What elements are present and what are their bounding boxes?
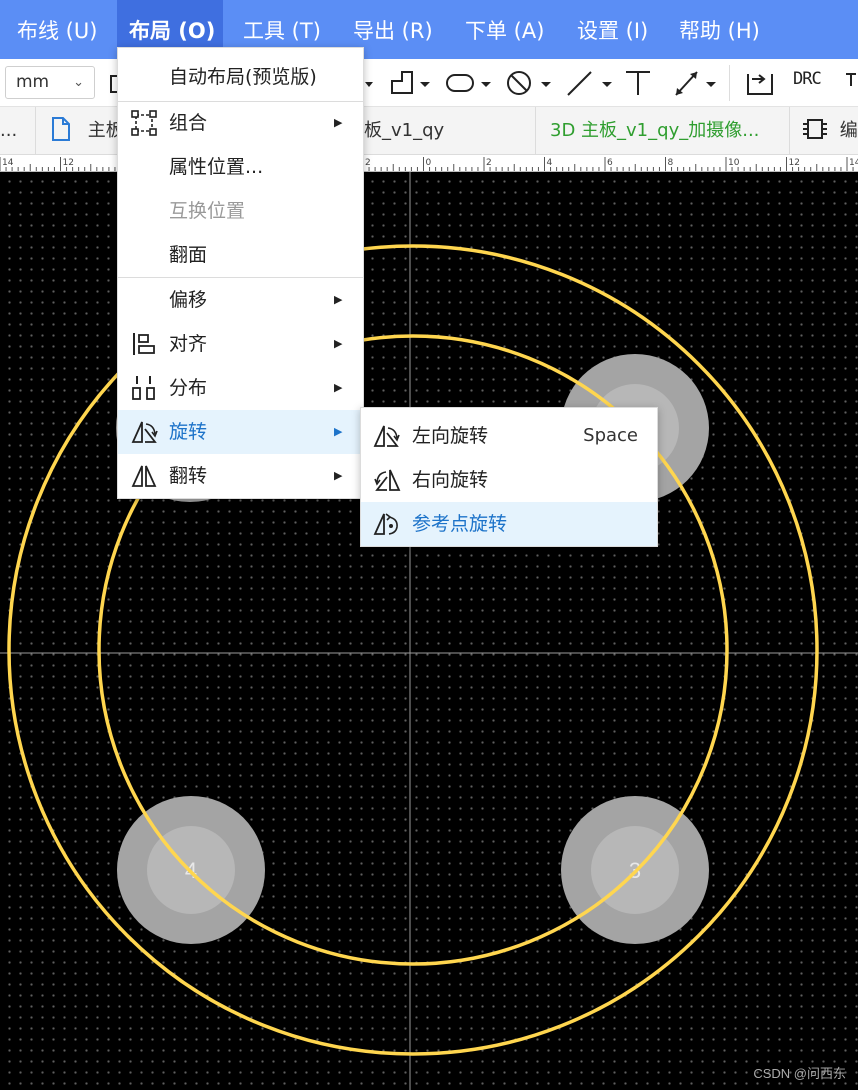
menu-routing[interactable]: 布线 (U) — [17, 0, 97, 59]
distribute-icon — [132, 376, 155, 400]
toolbar-divider — [729, 65, 730, 101]
menu-export[interactable]: 导出 (R) — [353, 0, 433, 59]
import-changes-icon[interactable] — [744, 66, 776, 100]
rotate-right-icon — [374, 469, 401, 491]
menu-item-flip[interactable]: 翻转 ▶ — [118, 454, 363, 498]
menu-order[interactable]: 下单 (A) — [465, 0, 544, 59]
chevron-down-icon: ⌄ — [73, 75, 84, 90]
menu-item-offset[interactable]: 偏移 ▶ — [118, 278, 363, 322]
tool-dropdown-arrow-icon[interactable] — [364, 66, 374, 100]
ruler-label: 14 — [849, 158, 858, 168]
align-icon — [133, 333, 155, 355]
ruler-label: 4 — [547, 158, 553, 168]
flip-icon — [131, 465, 157, 487]
unit-select-value: mm — [16, 72, 50, 92]
menu-item-distribute[interactable]: 分布 ▶ — [118, 366, 363, 410]
menu-item-property-position[interactable]: 属性位置... — [118, 145, 363, 189]
submenu-arrow-icon: ▶ — [334, 116, 343, 129]
ruler-label: 6 — [607, 158, 613, 168]
tab-mainboard[interactable]: 主板 — [36, 107, 118, 155]
menu-item-auto-layout[interactable]: 自动布局(预览版) — [118, 55, 363, 99]
menu-help[interactable]: 帮助 (H) — [679, 0, 760, 59]
ruler-label: 12 — [789, 158, 800, 168]
tab-3d-view[interactable]: 3D 主板_v1_qy_加摄像... — [536, 107, 790, 155]
menu-item-swap-position: 互换位置 — [169, 200, 246, 222]
line-tool-icon[interactable] — [565, 66, 615, 100]
submenu-arrow-icon: ▶ — [334, 337, 343, 350]
ruler-label: 0 — [426, 158, 432, 168]
submenu-arrow-icon: ▶ — [334, 381, 343, 394]
document-icon — [52, 117, 70, 141]
layout-menu: 自动布局(预览版) 组合 ▶ 属性位置... 互换位置 翻面 偏移 ▶ 对齐 ▶ — [117, 47, 364, 499]
menu-settings[interactable]: 设置 (I) — [577, 0, 648, 59]
shortcut-label: Space — [583, 425, 638, 446]
drc-button[interactable]: DRC — [793, 69, 822, 89]
ellipse-tool-icon[interactable] — [445, 66, 495, 100]
menu-item-align[interactable]: 对齐 ▶ — [118, 322, 363, 366]
menu-item-rotate-right[interactable]: 右向旋转 — [361, 458, 657, 502]
menu-item-rotate-reference[interactable]: 参考点旋转 — [361, 502, 657, 546]
ruler-label: 8 — [668, 158, 674, 168]
rotate-reference-icon — [373, 513, 398, 535]
rotate-left-icon — [373, 425, 400, 447]
ruler-label: 10 — [728, 158, 740, 168]
menu-item-group[interactable]: 组合 ▶ — [118, 101, 363, 145]
menu-item-flip-side[interactable]: 翻面 — [118, 233, 363, 277]
no-connect-tool-icon[interactable] — [505, 66, 555, 100]
ruler-label: 2 — [486, 158, 492, 168]
tab-overflow[interactable]: ... — [0, 107, 36, 155]
partial-tool-icon-right[interactable] — [842, 66, 858, 100]
group-icon — [131, 110, 157, 136]
polyline-tool-icon[interactable] — [388, 66, 434, 100]
rotate-submenu: 左向旋转 Space 右向旋转 参考点旋转 — [360, 407, 658, 547]
text-tool-icon[interactable] — [623, 66, 653, 100]
ruler-label: 2 — [365, 158, 371, 168]
tab-editor[interactable]: 编 — [790, 107, 858, 155]
ruler-label: 12 — [63, 158, 74, 168]
menu-item-rotate[interactable]: 旋转 ▶ — [118, 410, 363, 454]
submenu-arrow-icon: ▶ — [334, 469, 343, 482]
component-icon — [803, 119, 827, 139]
rotate-icon — [131, 421, 158, 443]
unit-select[interactable]: mm ⌄ — [5, 66, 95, 99]
submenu-arrow-icon: ▶ — [334, 425, 343, 438]
watermark: CSDN @问西东 — [753, 1066, 846, 1081]
ruler-label: 14 — [2, 158, 14, 168]
menu-item-rotate-left[interactable]: 左向旋转 Space — [361, 414, 657, 458]
dimension-tool-icon[interactable] — [672, 66, 722, 100]
submenu-arrow-icon: ▶ — [334, 293, 343, 306]
